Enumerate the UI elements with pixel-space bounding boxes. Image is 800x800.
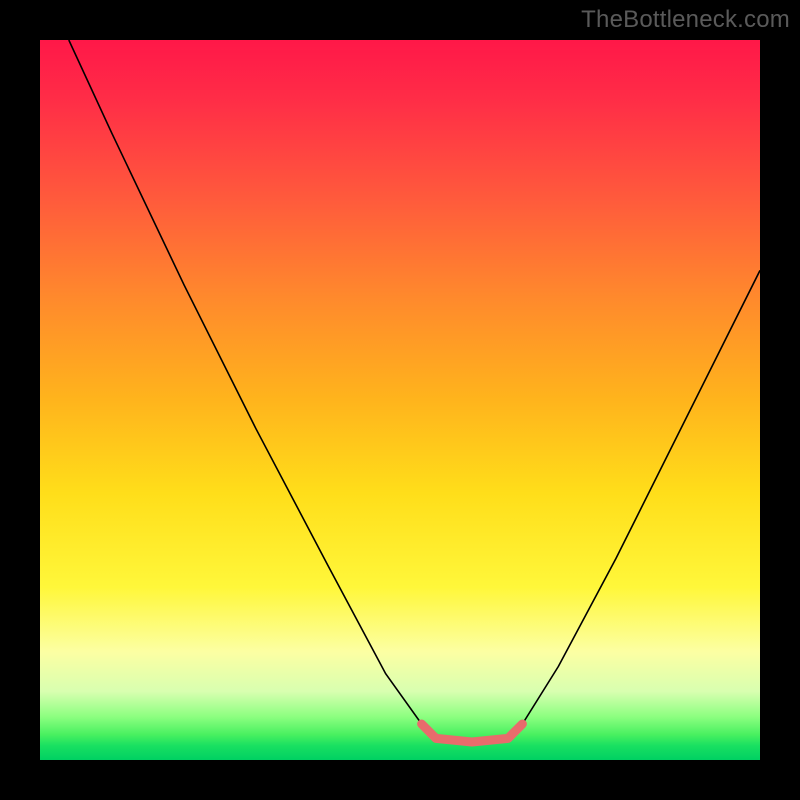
watermark-text: TheBottleneck.com (581, 6, 790, 34)
plot-area (40, 40, 760, 760)
optimal-floor-marker (422, 724, 523, 742)
bottleneck-curve (69, 40, 760, 742)
curve-layer (40, 40, 760, 760)
chart-frame: TheBottleneck.com (0, 0, 800, 800)
